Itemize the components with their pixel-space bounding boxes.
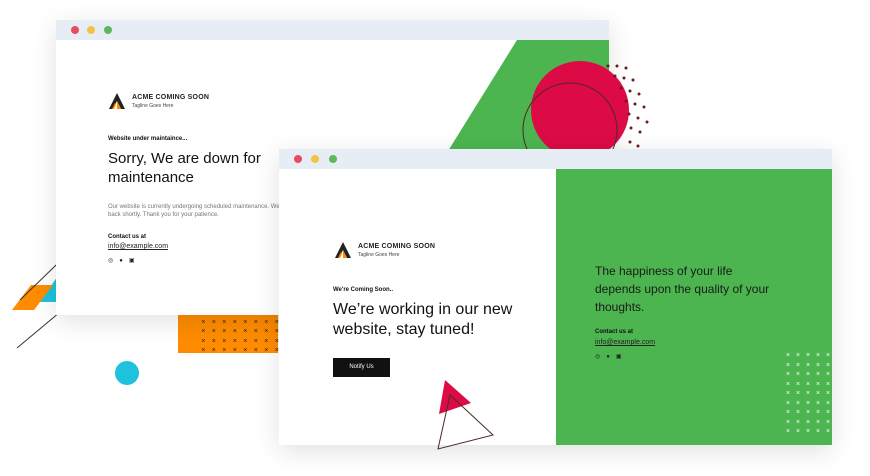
quote-panel: The happiness of your life depends upon … bbox=[556, 169, 832, 445]
crimson-triangle bbox=[439, 380, 471, 414]
eyebrow-text: We're Coming Soon.. bbox=[333, 287, 393, 293]
heading-line: Sorry, We are down for bbox=[108, 150, 261, 167]
x-pattern: × × × × × × × × × × × × × × × × × × × × × × × × × × × × × × × × × ×… bbox=[785, 352, 831, 435]
heading-line: We’re working in our new bbox=[333, 301, 513, 318]
eyebrow-text: Website under maintaince... bbox=[108, 136, 188, 142]
brand-tagline: Tagline Goes Here bbox=[358, 251, 400, 258]
brand: ACME COMING SOON Tagline Goes Here bbox=[108, 92, 209, 110]
heading-line: website, stay tuned! bbox=[333, 321, 475, 338]
linkedin-icon[interactable]: ▣ bbox=[616, 354, 622, 360]
facebook-icon[interactable]: ● bbox=[606, 354, 610, 360]
instagram-icon[interactable]: ◎ bbox=[595, 354, 600, 360]
email-link[interactable]: info@example.com bbox=[108, 243, 168, 250]
page-heading: Sorry, We are down for maintenance bbox=[108, 149, 261, 187]
brand-tagline: Tagline Goes Here bbox=[132, 102, 174, 109]
heading-line: maintenance bbox=[108, 169, 194, 186]
facebook-icon[interactable]: ● bbox=[119, 258, 123, 264]
close-dot[interactable] bbox=[294, 155, 302, 163]
brand-name: ACME COMING SOON bbox=[358, 242, 436, 250]
triangle-decoration bbox=[437, 380, 495, 450]
brand-name: ACME COMING SOON bbox=[132, 93, 210, 101]
instagram-icon[interactable]: ◎ bbox=[108, 258, 113, 264]
contact-label: Contact us at bbox=[595, 329, 634, 335]
acme-logo-icon bbox=[335, 242, 351, 258]
linkedin-icon[interactable]: ▣ bbox=[129, 258, 135, 264]
front-browser-window: The happiness of your life depends upon … bbox=[279, 149, 832, 445]
email-link[interactable]: info@example.com bbox=[595, 339, 655, 346]
quote-line: depends upon the quality of your bbox=[595, 282, 770, 296]
page: { "brand": { "name": "ACME COMING SOON",… bbox=[0, 0, 870, 476]
cyan-circle bbox=[115, 361, 139, 385]
brand: ACME COMING SOON Tagline Goes Here bbox=[334, 241, 435, 259]
maximize-dot[interactable] bbox=[329, 155, 337, 163]
quote-line: thoughts. bbox=[595, 300, 645, 314]
quote-line: The happiness of your life bbox=[595, 264, 733, 278]
social-icons: ◎ ● ▣ bbox=[108, 258, 135, 264]
quote-text: The happiness of your life depends upon … bbox=[595, 262, 769, 316]
minimize-dot[interactable] bbox=[311, 155, 319, 163]
contact-label: Contact us at bbox=[108, 234, 147, 240]
titlebar bbox=[279, 149, 832, 169]
page-heading: We’re working in our new website, stay t… bbox=[333, 300, 512, 340]
acme-logo-icon bbox=[109, 93, 125, 109]
social-icons: ◎ ● ▣ bbox=[595, 354, 622, 360]
notify-us-button[interactable]: Notify Us bbox=[333, 358, 390, 377]
